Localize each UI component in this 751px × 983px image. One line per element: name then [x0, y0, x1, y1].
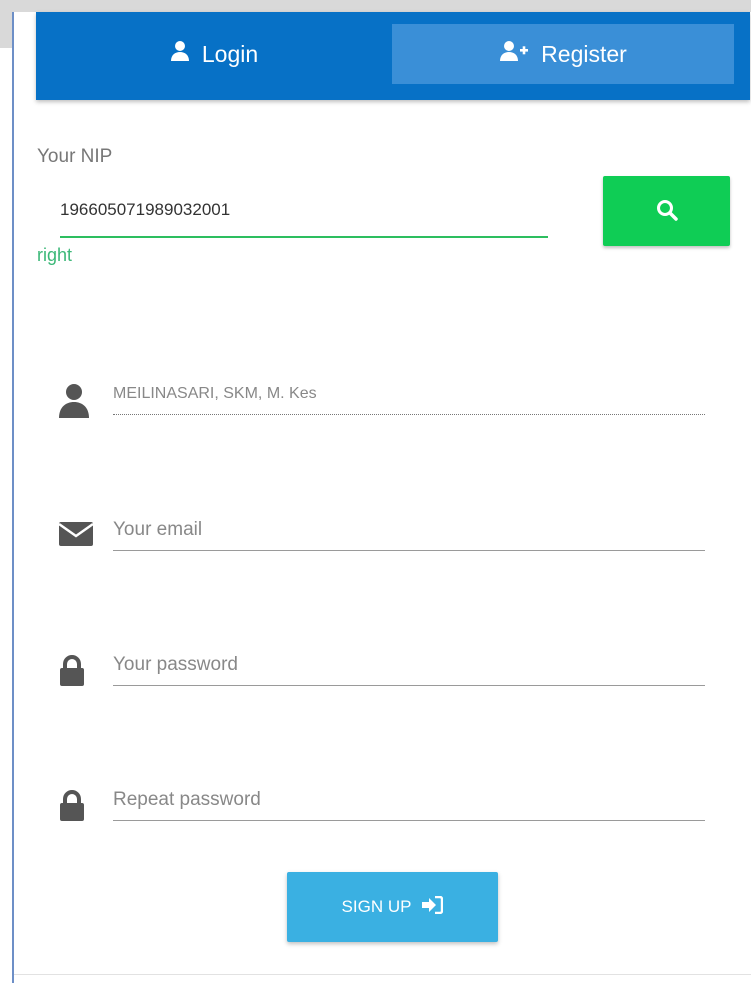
search-button[interactable] [603, 176, 730, 246]
sign-up-label: SIGN UP [341, 897, 412, 916]
tab-bar: Login Register [36, 12, 750, 100]
sign-up-button[interactable]: SIGN UP [287, 872, 498, 942]
tab-login-label: Login [201, 40, 259, 67]
email-field[interactable] [113, 510, 705, 551]
password-field[interactable] [113, 645, 705, 686]
email-row [58, 510, 708, 570]
user-icon [58, 382, 90, 418]
register-modal: Login Register Your NIP right [12, 12, 751, 983]
user-icon [170, 40, 190, 68]
lock-icon [58, 788, 90, 824]
tab-login[interactable]: Login [36, 24, 392, 84]
nip-label: Your NIP [37, 146, 113, 167]
password-row [58, 645, 708, 705]
nip-validation-hint: right [37, 245, 73, 265]
tab-register-label: Register [541, 40, 627, 67]
lock-icon [58, 653, 90, 689]
repeat-password-field[interactable] [113, 780, 705, 821]
name-field[interactable] [113, 374, 705, 415]
nip-input[interactable] [60, 188, 548, 238]
user-plus-icon [499, 40, 529, 68]
name-row [58, 374, 708, 434]
repeat-password-row [58, 780, 708, 840]
divider [14, 974, 751, 975]
tab-register[interactable]: Register [392, 24, 734, 84]
envelope-icon [58, 518, 94, 554]
sign-in-icon [421, 895, 444, 919]
search-icon [656, 199, 678, 224]
